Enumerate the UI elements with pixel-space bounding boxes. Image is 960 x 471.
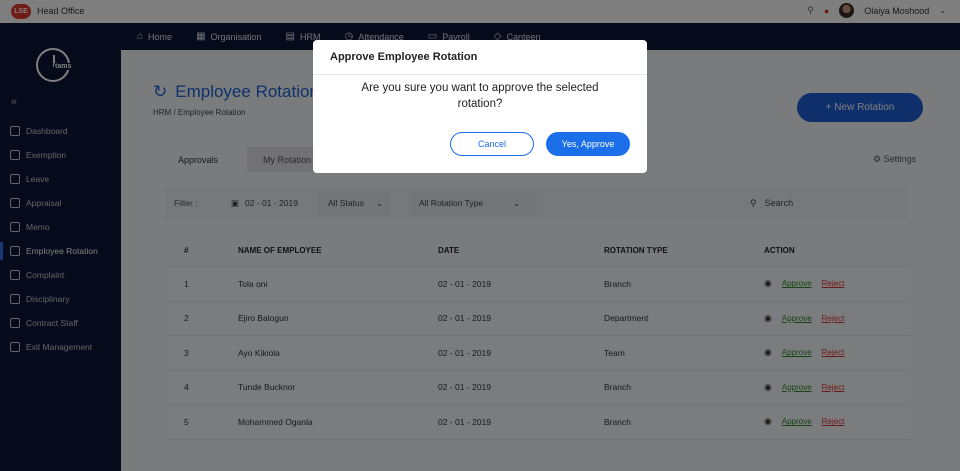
confirm-approve-button[interactable]: Yes, Approve [546, 132, 630, 156]
dialog-title: Approve Employee Rotation [330, 51, 478, 63]
approve-rotation-dialog: Approve Employee Rotation Are you sure y… [313, 40, 647, 173]
cancel-button[interactable]: Cancel [450, 132, 534, 156]
dialog-message: Are you sure you want to approve the sel… [361, 82, 599, 110]
dialog-divider [313, 74, 647, 75]
